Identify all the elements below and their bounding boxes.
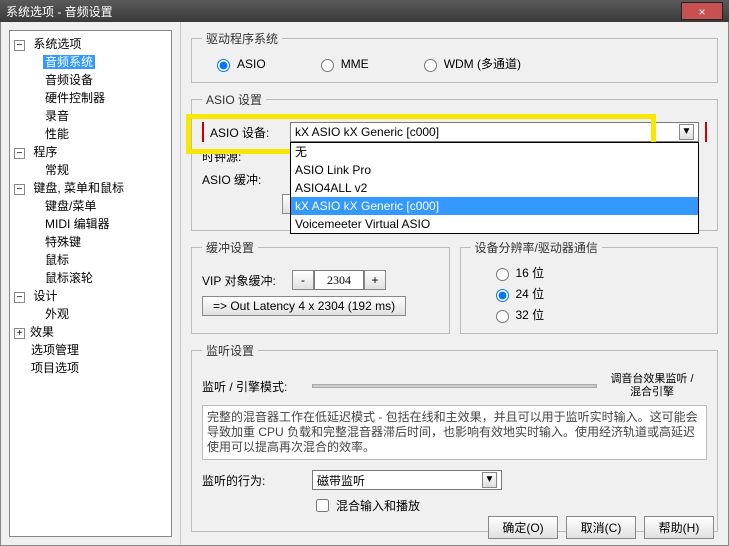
ok-button[interactable]: 确定(O) (488, 516, 558, 539)
client-area: − 系统选项 音频系统 音频设备 硬件控制器 录音 性能 − 程序 (0, 22, 729, 546)
tree-node-option-mgmt[interactable]: 选项管理 (29, 343, 81, 357)
driver-system-group: 驱动程序系统 ASIO MME WDM (多通道) (191, 30, 718, 83)
asio-buffer-label: ASIO 缓冲: (202, 171, 282, 188)
buffer-settings-legend: 缓冲设置 (202, 239, 258, 256)
options-tree: − 系统选项 音频系统 音频设备 硬件控制器 录音 性能 − 程序 (9, 30, 172, 537)
asio-settings-legend: ASIO 设置 (202, 91, 266, 108)
dropdown-option[interactable]: ASIO4ALL v2 (291, 179, 698, 197)
driver-system-legend: 驱动程序系统 (202, 30, 282, 47)
vip-minus-button[interactable]: - (292, 270, 314, 290)
driver-wdm-radio[interactable]: WDM (多通道) (419, 55, 521, 72)
dropdown-option[interactable]: 无 (291, 143, 698, 161)
title-bar: 系统选项 - 音频设置 × (0, 0, 729, 22)
buffer-settings-group: 缓冲设置 VIP 对象缓冲: - + => Out Latency 4 x 23… (191, 239, 450, 334)
bit24-radio[interactable]: 24 位 (491, 285, 708, 302)
asio-device-dropdown-list[interactable]: 无 ASIO Link Pro ASIO4ALL v2 kX ASIO kX G… (290, 142, 699, 234)
mix-engine-text: 混合引擎 (597, 386, 707, 399)
tree-item-audio-system[interactable]: 音频系统 (43, 55, 95, 69)
tree-node-effects[interactable]: 效果 (28, 325, 56, 339)
tree-item-mouse-wheel[interactable]: 鼠标滚轮 (43, 271, 95, 285)
tree-item-appearance[interactable]: 外观 (43, 307, 71, 321)
tree-node-design[interactable]: 设计 (31, 289, 59, 303)
bit32-radio[interactable]: 32 位 (491, 306, 708, 323)
tree-toggle[interactable]: + (14, 328, 25, 339)
tree-item-audio-device[interactable]: 音频设备 (43, 73, 95, 87)
tree-node-project-options[interactable]: 项目选项 (29, 361, 81, 375)
cancel-button[interactable]: 取消(C) (566, 516, 636, 539)
monitor-mode-slider[interactable] (312, 384, 597, 388)
bit16-radio[interactable]: 16 位 (491, 264, 708, 281)
resolution-legend: 设备分辨率/驱动器通信 (471, 239, 602, 256)
vip-buffer-input[interactable] (314, 270, 364, 290)
tree-node-kbm[interactable]: 键盘, 菜单和鼠标 (31, 181, 126, 195)
tree-node-program[interactable]: 程序 (31, 145, 59, 159)
help-button[interactable]: 帮助(H) (644, 516, 714, 539)
tree-node-system[interactable]: 系统选项 (31, 37, 83, 51)
mix-mode-text: 调音台效果监听 / (597, 373, 707, 386)
mix-input-playback-checkbox[interactable]: 混合输入和播放 (312, 496, 420, 515)
vip-buffer-label: VIP 对象缓冲: (202, 272, 292, 289)
tree-toggle[interactable]: − (14, 184, 25, 195)
monitor-behavior-label: 监听的行为: (202, 472, 312, 489)
close-icon[interactable]: × (681, 2, 723, 20)
tree-toggle[interactable]: − (14, 148, 25, 159)
dropdown-arrow-icon[interactable]: ▼ (679, 124, 694, 140)
asio-settings-group: ASIO 设置 ASIO 设备: kX ASIO kX Generic [c00… (191, 91, 718, 231)
window-title: 系统选项 - 音频设置 (6, 3, 113, 20)
tree-item-special-keys[interactable]: 特殊键 (43, 235, 83, 249)
dropdown-option[interactable]: ASIO Link Pro (291, 161, 698, 179)
monitor-behavior-dropdown[interactable]: 磁带监听 ▼ (312, 470, 707, 490)
clock-source-label: 时钟源: (202, 148, 282, 165)
asio-device-label: ASIO 设备: (210, 124, 290, 141)
resolution-group: 设备分辨率/驱动器通信 16 位 24 位 32 位 (460, 239, 719, 334)
tree-toggle[interactable]: − (14, 292, 25, 303)
dropdown-option[interactable]: Voicemeeter Virtual ASIO (291, 215, 698, 233)
tree-item-general[interactable]: 常规 (43, 163, 71, 177)
asio-device-dropdown[interactable]: kX ASIO kX Generic [c000] ▼ 无 ASIO Link … (290, 122, 699, 142)
main-panel: 驱动程序系统 ASIO MME WDM (多通道) ASIO 设置 ASIO 设… (181, 22, 728, 545)
monitor-behavior-value: 磁带监听 (317, 472, 365, 489)
dialog-buttons: 确定(O) 取消(C) 帮助(H) (488, 516, 714, 539)
vip-plus-button[interactable]: + (364, 270, 386, 290)
out-latency-button[interactable]: => Out Latency 4 x 2304 (192 ms) (202, 296, 406, 316)
dropdown-option-selected[interactable]: kX ASIO kX Generic [c000] (291, 197, 698, 215)
monitor-mode-label: 监听 / 引擎模式: (202, 378, 312, 395)
monitor-settings-legend: 监听设置 (202, 342, 258, 359)
tree-item-keyboard-menu[interactable]: 键盘/菜单 (43, 199, 98, 213)
tree-item-hw-controller[interactable]: 硬件控制器 (43, 91, 107, 105)
sidebar: − 系统选项 音频系统 音频设备 硬件控制器 录音 性能 − 程序 (1, 22, 181, 545)
tree-item-record[interactable]: 录音 (43, 109, 71, 123)
monitor-description: 完整的混音器工作在低延迟模式 - 包括在线和主效果，并且可以用于监听实时输入。这… (202, 405, 707, 460)
driver-mme-radio[interactable]: MME (316, 55, 369, 72)
tree-toggle[interactable]: − (14, 40, 25, 51)
tree-item-mouse[interactable]: 鼠标 (43, 253, 71, 267)
asio-device-value: kX ASIO kX Generic [c000] (295, 125, 439, 139)
driver-asio-radio[interactable]: ASIO (212, 55, 266, 72)
tree-item-performance[interactable]: 性能 (43, 127, 71, 141)
tree-item-midi-editor[interactable]: MIDI 编辑器 (43, 217, 112, 231)
monitor-settings-group: 监听设置 监听 / 引擎模式: 调音台效果监听 / 混合引擎 完整的混音器工作在… (191, 342, 718, 532)
dropdown-arrow-icon[interactable]: ▼ (482, 472, 497, 488)
